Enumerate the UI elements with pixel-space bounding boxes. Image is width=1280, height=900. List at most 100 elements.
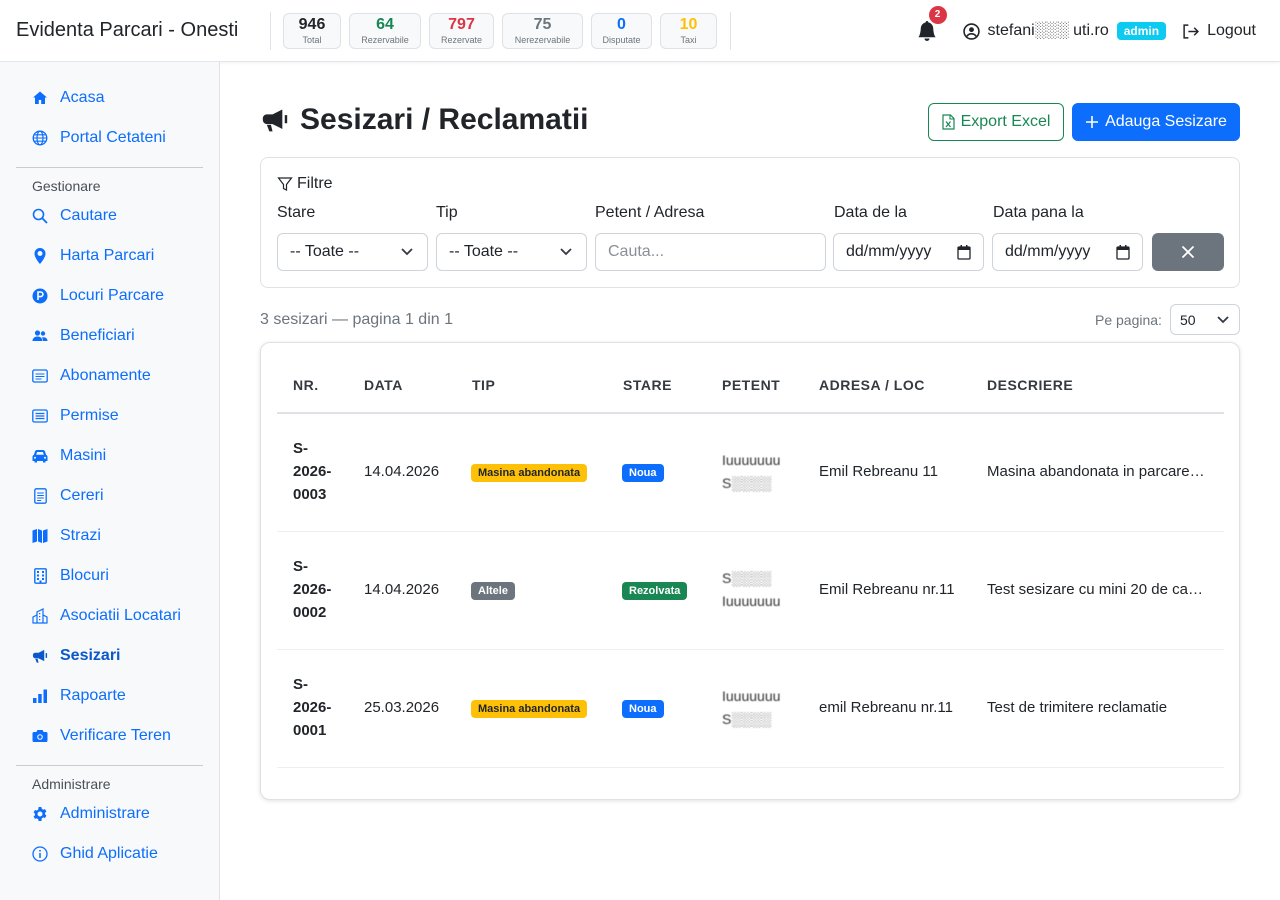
sidebar-item-label: Ghid Aplicatie xyxy=(60,845,158,862)
sidebar-item-ghid-aplicatie[interactable]: Ghid Aplicatie xyxy=(32,842,158,866)
column-header-descriere[interactable]: DESCRIERE xyxy=(987,377,1073,393)
sidebar-item-label: Strazi xyxy=(60,527,101,544)
megaphone-icon xyxy=(262,109,288,132)
type-filter-label: Tip xyxy=(436,204,458,221)
column-header-stare[interactable]: STARE xyxy=(623,377,672,393)
stat-reserved: 797 Rezervate xyxy=(429,13,494,49)
filters-panel: Filtre Stare -- Toate -- Tip -- Toate --… xyxy=(260,157,1240,288)
cell-data: 14.04.2026 xyxy=(364,581,440,598)
stat-total: 946 Total xyxy=(283,13,341,49)
status-filter-select[interactable]: -- Toate -- xyxy=(277,233,428,271)
sidebar-item-label: Rapoarte xyxy=(60,687,126,704)
sidebar-item-portal-cetateni[interactable]: Portal Cetateni xyxy=(32,126,166,150)
stat-value: 75 xyxy=(533,16,552,33)
page-title-text: Sesizari / Reclamatii xyxy=(300,103,589,136)
filters-title: Filtre xyxy=(277,175,333,193)
logout-label: Logout xyxy=(1207,22,1256,39)
sesizari-table: NR. DATA TIP STARE PETENT ADRESA / LOC D… xyxy=(260,342,1240,800)
sidebar-divider xyxy=(16,765,203,766)
sidebar-item-label: Masini xyxy=(60,447,107,464)
notifications-button[interactable]: 2 xyxy=(917,6,947,42)
sidebar-item-blocuri[interactable]: Blocuri xyxy=(32,564,109,588)
sidebar-item-asociatii-locatari[interactable]: Asociatii Locatari xyxy=(32,604,181,628)
table-header-divider xyxy=(277,412,1224,414)
date-to-placeholder: dd/mm/yyyy xyxy=(1005,243,1091,260)
funnel-icon xyxy=(277,177,293,191)
sidebar-item-cautare[interactable]: Cautare xyxy=(32,204,117,228)
sidebar-item-strazi[interactable]: Strazi xyxy=(32,524,101,548)
column-header-tip[interactable]: TIP xyxy=(472,377,495,393)
column-header-data[interactable]: DATA xyxy=(364,377,403,393)
date-to-label: Data pana la xyxy=(993,204,1084,221)
user-circle-icon xyxy=(962,22,980,40)
stat-value: 0 xyxy=(617,16,626,33)
add-sesizare-button[interactable]: Adauga Sesizare xyxy=(1072,103,1240,141)
sidebar-item-label: Blocuri xyxy=(60,567,109,584)
status-badge: Rezolvata xyxy=(622,582,688,600)
top-navbar: Evidenta Parcari - Onesti 946 Total 64 R… xyxy=(0,0,1280,62)
chevron-down-icon xyxy=(560,248,572,256)
per-page-select[interactable]: 50 xyxy=(1170,304,1240,335)
search-filter-label: Petent / Adresa xyxy=(595,204,705,221)
sidebar-item-acasa[interactable]: Acasa xyxy=(32,86,104,110)
app-title[interactable]: Evidenta Parcari - Onesti xyxy=(16,19,238,42)
stat-disputed: 0 Disputate xyxy=(591,13,652,49)
sidebar-item-label: Portal Cetateni xyxy=(60,129,166,146)
stat-label: Total xyxy=(302,35,322,45)
column-header-nr[interactable]: NR. xyxy=(293,377,319,393)
per-page-label: Pe pagina: xyxy=(1095,312,1162,328)
date-from-label: Data de la xyxy=(834,204,907,221)
status-filter-label: Stare xyxy=(277,204,316,221)
per-page-value: 50 xyxy=(1180,311,1196,328)
add-sesizare-label: Adauga Sesizare xyxy=(1105,113,1227,130)
parking-icon xyxy=(32,288,48,304)
sidebar-item-label: Harta Parcari xyxy=(60,247,155,264)
megaphone-icon xyxy=(32,648,48,664)
calendar-icon[interactable] xyxy=(957,245,971,260)
date-to-input[interactable]: dd/mm/yyyy xyxy=(992,233,1143,271)
stat-label: Rezervate xyxy=(440,35,483,45)
document-icon xyxy=(32,488,48,504)
type-filter-select[interactable]: -- Toate -- xyxy=(436,233,587,271)
calendar-icon[interactable] xyxy=(1116,245,1130,260)
header-divider xyxy=(730,12,731,50)
column-header-petent[interactable]: PETENT xyxy=(722,377,780,393)
stat-value: 946 xyxy=(298,16,326,33)
user-menu[interactable]: stefani░░░ uti.ro admin xyxy=(962,22,1167,40)
sidebar-item-sesizari[interactable]: Sesizari xyxy=(32,644,120,668)
cell-petent: Iuuuuuuu S░░░░ xyxy=(722,688,781,727)
cell-nr: S- 2026- 0001 xyxy=(293,676,332,739)
sidebar-item-label: Beneficiari xyxy=(60,327,135,344)
search-input[interactable]: Cauta... xyxy=(595,233,826,271)
stat-non-reservable: 75 Nerezervabile xyxy=(502,13,583,49)
sidebar-item-verificare-teren[interactable]: Verificare Teren xyxy=(32,724,171,748)
stat-label: Taxi xyxy=(680,35,697,45)
sidebar-item-rapoarte[interactable]: Rapoarte xyxy=(32,684,126,708)
permit-icon xyxy=(32,408,48,424)
logout-button[interactable]: Logout xyxy=(1182,22,1256,40)
sidebar-item-harta-parcari[interactable]: Harta Parcari xyxy=(32,244,154,268)
date-from-input[interactable]: dd/mm/yyyy xyxy=(833,233,984,271)
export-excel-button[interactable]: Export Excel xyxy=(928,103,1064,141)
sidebar: Acasa Portal Cetateni Gestionare Cautare… xyxy=(0,62,220,900)
stat-reservable: 64 Rezervabile xyxy=(349,13,421,49)
sidebar-item-masini[interactable]: Masini xyxy=(32,444,106,468)
column-header-adresa[interactable]: ADRESA / LOC xyxy=(819,377,925,393)
clear-filters-button[interactable] xyxy=(1152,233,1224,271)
sidebar-item-cereri[interactable]: Cereri xyxy=(32,484,104,508)
globe-icon xyxy=(32,130,48,146)
sidebar-item-abonamente[interactable]: Abonamente xyxy=(32,364,151,388)
home-icon xyxy=(32,90,48,106)
stat-label: Nerezervabile xyxy=(514,35,571,45)
sidebar-section-title: Gestionare xyxy=(32,178,101,194)
sidebar-item-label: Verificare Teren xyxy=(60,727,171,744)
type-filter-value: -- Toate -- xyxy=(449,243,519,260)
sidebar-item-locuri-parcare[interactable]: Locuri Parcare xyxy=(32,284,164,308)
close-icon xyxy=(1181,245,1195,259)
sidebar-item-administrare[interactable]: Administrare xyxy=(32,802,150,826)
cell-descriere: Test de trimitere reclamatie xyxy=(987,699,1168,716)
sidebar-item-beneficiari[interactable]: Beneficiari xyxy=(32,324,135,348)
sidebar-item-label: Permise xyxy=(60,407,119,424)
sidebar-item-permise[interactable]: Permise xyxy=(32,404,119,428)
type-badge: Masina abandonata xyxy=(471,700,588,718)
